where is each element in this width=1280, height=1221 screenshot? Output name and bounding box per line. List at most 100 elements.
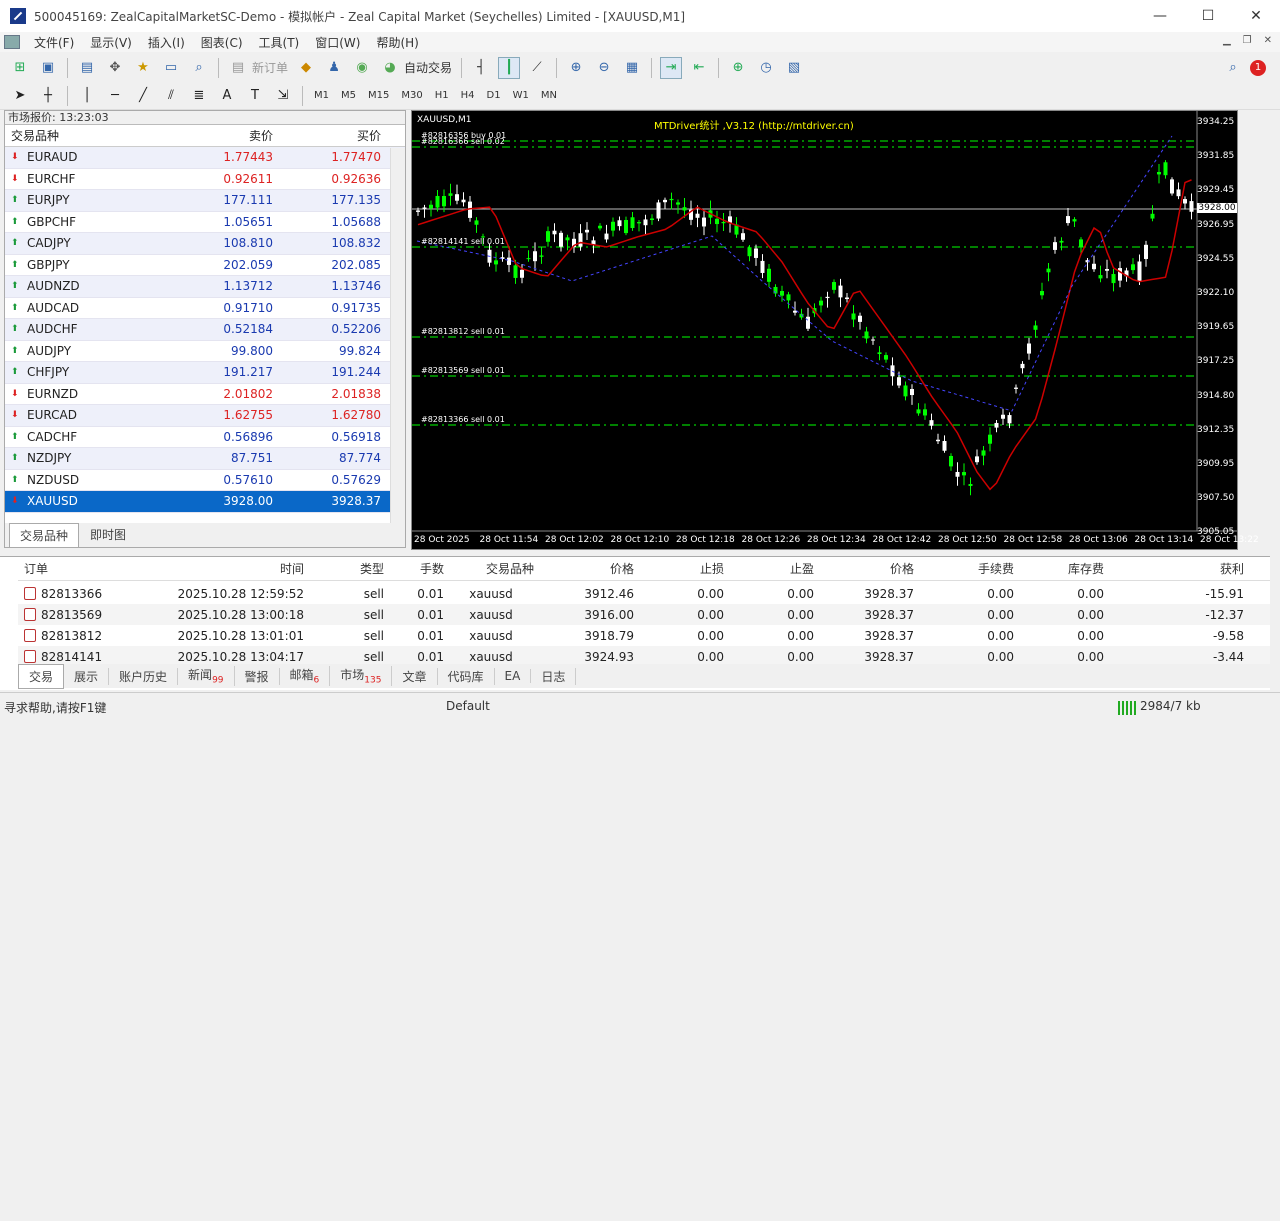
cursor-icon[interactable]: ➤: [9, 85, 31, 107]
col-header[interactable]: 库存费: [1018, 560, 1108, 577]
close-button[interactable]: ✕: [1232, 8, 1280, 24]
col-header[interactable]: 价格: [538, 560, 638, 577]
market-watch-row[interactable]: ⬇ EURAUD 1.77443 1.77470: [5, 147, 405, 169]
text-label-icon[interactable]: T: [244, 85, 266, 107]
line-chart-icon[interactable]: ⟋: [526, 57, 548, 79]
menu-charts[interactable]: 图表(C): [193, 34, 251, 51]
menu-tools[interactable]: 工具(T): [251, 34, 308, 51]
market-watch-row[interactable]: ⬆ AUDCHF 0.52184 0.52206: [5, 319, 405, 341]
candlestick-chart[interactable]: [412, 111, 1237, 549]
tf-m30[interactable]: M30: [395, 90, 428, 101]
col-header[interactable]: 订单: [18, 560, 138, 577]
market-watch-icon[interactable]: ▤: [76, 57, 98, 79]
market-watch-row[interactable]: ⬆ GBPJPY 202.059 202.085: [5, 255, 405, 276]
market-watch-row[interactable]: ⬆ EURJPY 177.111 177.135: [5, 190, 405, 212]
search-icon[interactable]: ⌕: [1222, 57, 1244, 79]
tf-w1[interactable]: W1: [507, 90, 535, 101]
terminal-tab[interactable]: 展示: [64, 667, 110, 685]
terminal-tab[interactable]: 市场135: [330, 666, 393, 686]
col-header[interactable]: 手续费: [918, 560, 1018, 577]
menu-file[interactable]: 文件(F): [26, 34, 82, 51]
terminal-tab[interactable]: 交易: [18, 663, 65, 689]
market-watch-row[interactable]: ⬇ XAUUSD 3928.00 3928.37: [5, 491, 405, 513]
horizontal-line-icon[interactable]: ─: [104, 85, 126, 107]
crosshair-icon[interactable]: ┼: [37, 85, 59, 107]
col-header[interactable]: 交易品种: [448, 560, 538, 577]
market-watch-row[interactable]: ⬆ CADCHF 0.56896 0.56918: [5, 427, 405, 448]
vps-icon[interactable]: ◉: [351, 57, 373, 79]
col-ask[interactable]: 买价: [277, 127, 385, 144]
tab-symbols[interactable]: 交易品种: [9, 523, 80, 547]
tf-m15[interactable]: M15: [362, 90, 395, 101]
tf-h1[interactable]: H1: [429, 90, 455, 101]
col-header[interactable]: 时间: [138, 560, 308, 577]
col-header[interactable]: 价格: [818, 560, 918, 577]
market-watch-row[interactable]: ⬆ NZDUSD 0.57610 0.57629: [5, 470, 405, 491]
col-header[interactable]: 止盈: [728, 560, 818, 577]
market-watch-row[interactable]: ⬆ GBPCHF 1.05651 1.05688: [5, 212, 405, 233]
tf-h4[interactable]: H4: [455, 90, 481, 101]
market-watch-row[interactable]: ⬆ AUDJPY 99.800 99.824: [5, 341, 405, 362]
terminal-tab[interactable]: 代码库: [438, 667, 495, 685]
trade-row[interactable]: 82813366 2025.10.28 12:59:52 sell 0.01 xauus…: [18, 583, 1270, 604]
market-watch-row[interactable]: ⬇ EURCHF 0.92611 0.92636: [5, 169, 405, 190]
tile-windows-icon[interactable]: ▦: [621, 57, 643, 79]
notifications-icon[interactable]: 1: [1250, 59, 1266, 76]
tf-m5[interactable]: M5: [335, 90, 362, 101]
terminal-tab[interactable]: 警报: [235, 667, 280, 685]
text-icon[interactable]: A: [216, 85, 238, 107]
col-symbol[interactable]: 交易品种: [5, 127, 169, 144]
profiles-icon[interactable]: ▣: [37, 57, 59, 79]
terminal-tab[interactable]: 账户历史: [109, 667, 179, 685]
terminal-tab[interactable]: 文章: [392, 667, 438, 685]
trade-row[interactable]: 82813569 2025.10.28 13:00:18 sell 0.01 xauus…: [18, 604, 1270, 625]
indicators-icon[interactable]: ⊕: [727, 57, 749, 79]
market-watch-row[interactable]: ⬆ AUDNZD 1.13712 1.13746: [5, 276, 405, 298]
menu-insert[interactable]: 插入(I): [140, 34, 193, 51]
vertical-line-icon[interactable]: │: [76, 85, 98, 107]
maximize-button[interactable]: ☐: [1184, 8, 1232, 24]
mdi-close-button[interactable]: ✕: [1264, 35, 1272, 46]
zoom-in-icon[interactable]: ⊕: [565, 57, 587, 79]
templates-icon[interactable]: ▧: [783, 57, 805, 79]
market-watch-row[interactable]: ⬇ EURNZD 2.01802 2.01838: [5, 384, 405, 405]
candlestick-icon[interactable]: ┃: [498, 56, 521, 79]
autoscroll-icon[interactable]: ⇥: [660, 56, 683, 79]
terminal-tab[interactable]: 邮箱6: [280, 666, 331, 686]
new-order-icon[interactable]: ▤: [227, 57, 249, 79]
zoom-out-icon[interactable]: ⊖: [593, 57, 615, 79]
strategy-tester-icon[interactable]: ⌕: [188, 57, 210, 79]
chart-shift-icon[interactable]: ⇤: [688, 57, 710, 79]
market-watch-scrollbar[interactable]: [390, 148, 405, 524]
new-order-button[interactable]: 新订单: [252, 59, 288, 76]
trade-row[interactable]: 82813812 2025.10.28 13:01:01 sell 0.01 xauus…: [18, 625, 1270, 646]
col-header[interactable]: 类型: [308, 560, 388, 577]
market-watch-row[interactable]: ⬆ CHFJPY 191.217 191.244: [5, 362, 405, 384]
bar-chart-icon[interactable]: ┤: [470, 57, 492, 79]
menu-help[interactable]: 帮助(H): [368, 34, 426, 51]
tf-m1[interactable]: M1: [308, 90, 335, 101]
col-header[interactable]: 手数: [388, 560, 448, 577]
minimize-button[interactable]: —: [1136, 8, 1184, 24]
metaeditor-icon[interactable]: ◆: [295, 57, 317, 79]
col-header[interactable]: 获利: [1108, 560, 1248, 577]
menu-window[interactable]: 窗口(W): [307, 34, 368, 51]
fibonacci-icon[interactable]: ≣: [188, 85, 210, 107]
equidistant-channel-icon[interactable]: ⫽: [160, 85, 182, 107]
terminal-scrollbar[interactable]: [1256, 1131, 1270, 1221]
market-watch-row[interactable]: ⬆ CADJPY 108.810 108.832: [5, 233, 405, 255]
col-bid[interactable]: 卖价: [169, 127, 277, 144]
tf-d1[interactable]: D1: [481, 90, 507, 101]
new-chart-icon[interactable]: ⊞: [9, 57, 31, 79]
terminal-tab[interactable]: EA: [495, 669, 532, 683]
signals-icon[interactable]: ♟: [323, 57, 345, 79]
autotrade-button[interactable]: 自动交易: [404, 59, 452, 76]
chart-window-icon[interactable]: [4, 35, 20, 49]
market-watch-row[interactable]: ⬆ AUDCAD 0.91710 0.91735: [5, 298, 405, 319]
tf-mn[interactable]: MN: [535, 90, 563, 101]
tab-tick-chart[interactable]: 即时图: [79, 522, 137, 547]
terminal-tab[interactable]: 新闻99: [178, 666, 235, 686]
market-watch-row[interactable]: ⬆ NZDJPY 87.751 87.774: [5, 448, 405, 470]
periods-icon[interactable]: ◷: [755, 57, 777, 79]
data-window-icon[interactable]: ✥: [104, 57, 126, 79]
